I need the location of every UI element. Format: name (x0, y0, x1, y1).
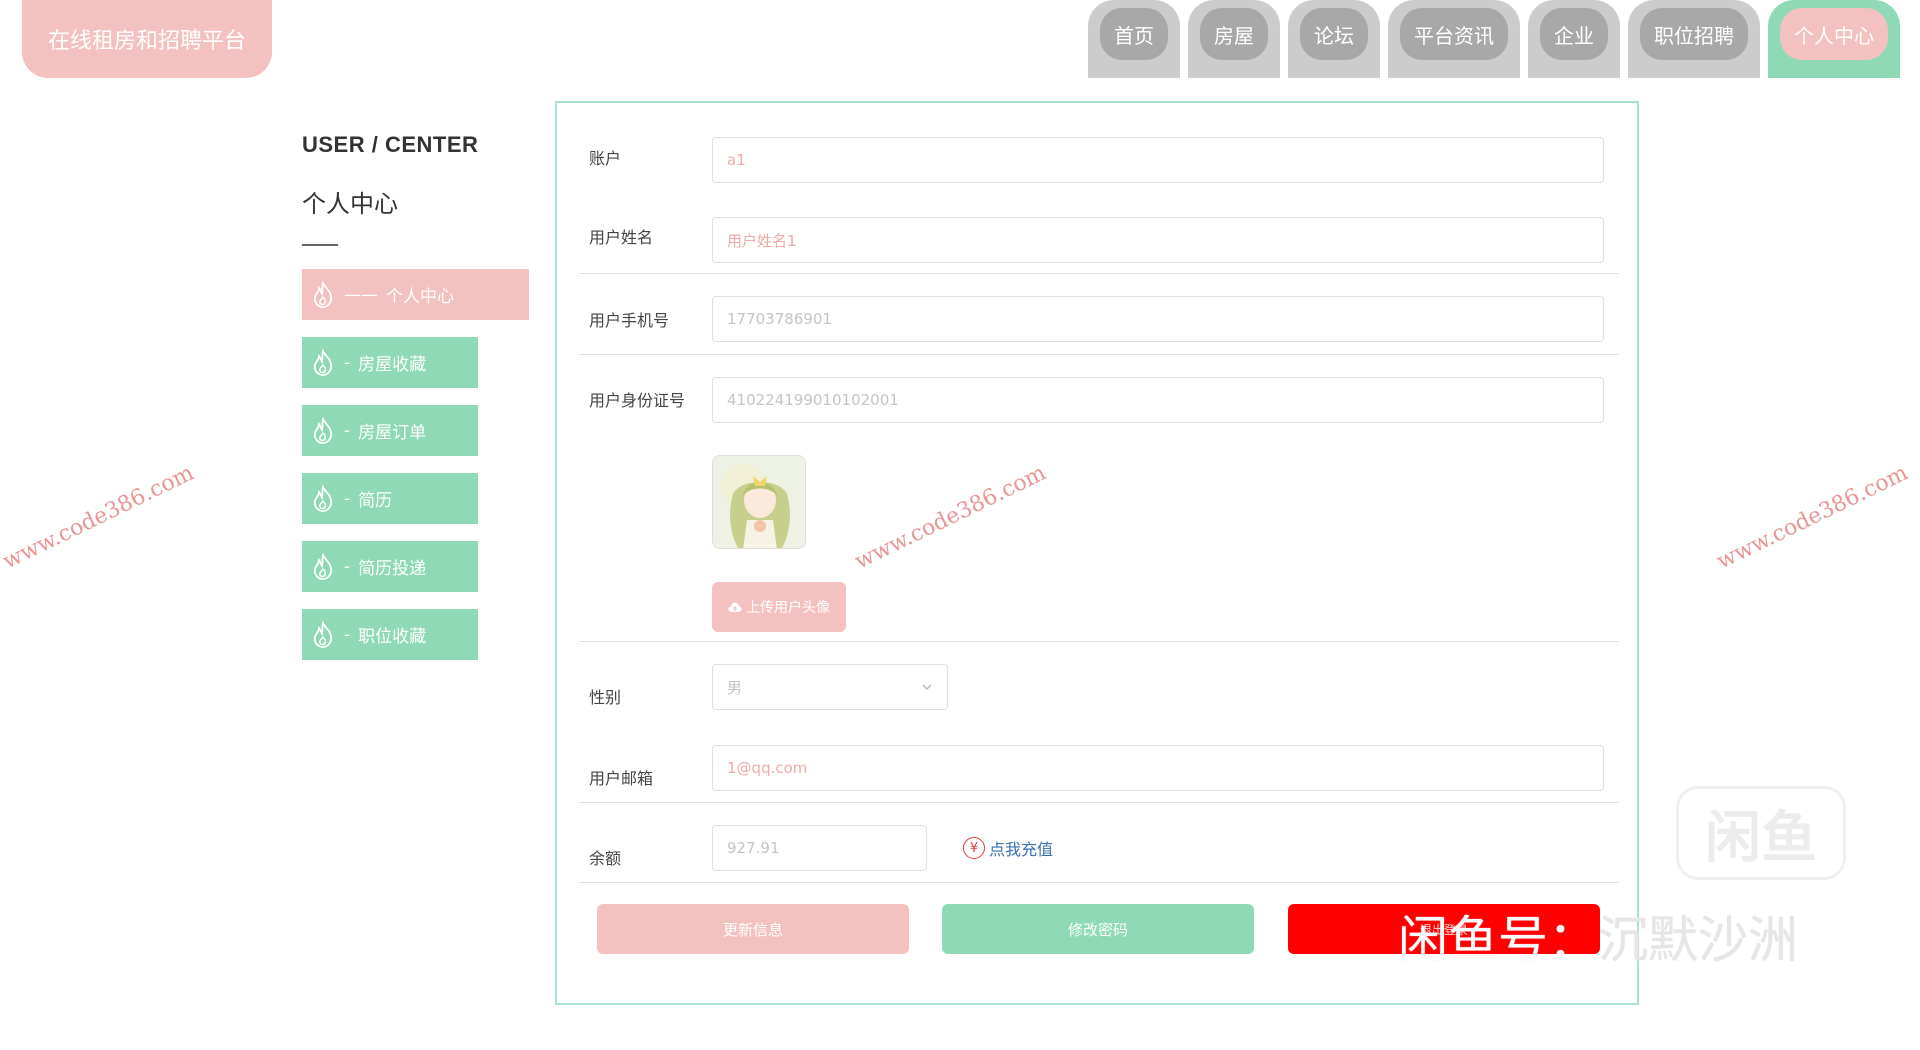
sidebar-title-en: USER / CENTER (302, 132, 479, 157)
account-label: 账户 (589, 149, 622, 168)
nav-company[interactable]: 企业 (1528, 0, 1620, 78)
form-row-gender: 性别 男 (579, 642, 1619, 723)
cloud-upload-icon (728, 602, 742, 612)
sidebar-item-prefix: - (344, 556, 351, 577)
form-row-email: 用户邮箱 (579, 723, 1619, 803)
nav-user-center-label: 个人中心 (1780, 8, 1888, 60)
idcard-input[interactable] (712, 377, 1604, 423)
phone-label: 用户手机号 (589, 311, 670, 330)
balance-label: 余额 (589, 849, 622, 868)
nav-forum[interactable]: 论坛 (1288, 0, 1380, 78)
form-row-idcard: 用户身份证号 (579, 355, 1619, 435)
nav-home[interactable]: 首页 (1088, 0, 1180, 78)
nav-home-label: 首页 (1100, 8, 1168, 60)
username-input[interactable] (712, 217, 1604, 263)
form-row-username: 用户姓名 (579, 184, 1619, 274)
idcard-label: 用户身份证号 (589, 391, 686, 410)
recharge-label: 点我充值 (989, 840, 1054, 859)
gender-select-value: 男 (727, 678, 743, 697)
sidebar-item-prefix: - (344, 420, 351, 441)
top-nav: 首页 房屋 论坛 平台资讯 企业 职位招聘 个人中心 (1088, 0, 1900, 78)
email-input[interactable] (712, 745, 1604, 791)
site-title: 在线租房和招聘平台 (47, 29, 246, 54)
account-input[interactable] (712, 137, 1604, 183)
site-watermark: www.code386.com (1713, 460, 1912, 575)
nav-house-label: 房屋 (1200, 8, 1268, 60)
recharge-link[interactable]: ¥ 点我充值 (963, 836, 1053, 860)
sidebar-item-resume-delivery[interactable]: - 简历投递 (302, 541, 478, 592)
sidebar-item-label: 房屋订单 (358, 423, 427, 443)
sidebar-divider (302, 244, 338, 246)
xianyu-id-prefix: 闲鱼号： (1398, 911, 1598, 969)
flame-icon (313, 280, 333, 308)
sidebar-item-label: 个人中心 (386, 287, 454, 307)
sidebar-title-cn: 个人中心 (302, 190, 398, 218)
gender-select[interactable]: 男 (712, 664, 948, 710)
site-watermark: www.code386.com (0, 460, 198, 575)
user-info-form: 账户 用户姓名 用户手机号 用户身份证号 上传用户头像 (555, 101, 1639, 1005)
username-label: 用户姓名 (589, 228, 654, 247)
form-row-phone: 用户手机号 (579, 274, 1619, 355)
sidebar-item-house-favorites[interactable]: - 房屋收藏 (302, 337, 478, 388)
balance-input[interactable] (712, 825, 927, 871)
sidebar-item-prefix: —— (344, 284, 378, 305)
sidebar-item-label: 简历投递 (358, 559, 427, 579)
nav-news[interactable]: 平台资讯 (1388, 0, 1520, 78)
nav-house[interactable]: 房屋 (1188, 0, 1280, 78)
xianyu-id-name: 沉默沙洲 (1598, 911, 1798, 969)
avatar-image (712, 455, 806, 549)
change-password-button[interactable]: 修改密码 (942, 904, 1254, 954)
nav-company-label: 企业 (1540, 8, 1608, 60)
nav-jobs[interactable]: 职位招聘 (1628, 0, 1760, 78)
xianyu-id-watermark: 闲鱼号：沉默沙洲 (1398, 900, 1798, 972)
yuan-icon: ¥ (963, 837, 985, 859)
nav-forum-label: 论坛 (1300, 8, 1368, 60)
sidebar-item-label: 职位收藏 (358, 627, 427, 647)
flame-icon (313, 416, 333, 444)
sidebar-item-job-favorites[interactable]: - 职位收藏 (302, 609, 478, 660)
change-password-label: 修改密码 (1067, 921, 1128, 939)
email-label: 用户邮箱 (589, 769, 654, 788)
sidebar-item-house-orders[interactable]: - 房屋订单 (302, 405, 478, 456)
nav-news-label: 平台资讯 (1400, 8, 1508, 60)
sidebar-item-prefix: - (344, 624, 351, 645)
xianyu-logo-watermark: 闲鱼 (1676, 786, 1846, 880)
nav-user-center[interactable]: 个人中心 (1768, 0, 1900, 78)
nav-jobs-label: 职位招聘 (1640, 8, 1748, 60)
sidebar-menu: —— 个人中心 - 房屋收藏 - 房屋订单 - 简历 - 简历投递 - 职位收藏 (302, 269, 529, 660)
flame-icon (313, 552, 333, 580)
form-row-balance: 余额 ¥ 点我充值 (579, 803, 1619, 883)
sidebar-item-label: 简历 (358, 491, 393, 511)
flame-icon (313, 620, 333, 648)
update-info-label: 更新信息 (722, 921, 783, 939)
upload-avatar-label: 上传用户头像 (746, 599, 830, 615)
form-row-account: 账户 (579, 103, 1619, 184)
site-logo[interactable]: 在线租房和招聘平台 (22, 0, 272, 78)
sidebar-item-resume[interactable]: - 简历 (302, 473, 478, 524)
sidebar-item-label: 房屋收藏 (358, 355, 427, 375)
xianyu-logo-text: 闲鱼 (1705, 805, 1817, 871)
gender-label: 性别 (589, 688, 622, 707)
sidebar-item-prefix: - (344, 352, 351, 373)
flame-icon (313, 484, 333, 512)
phone-input[interactable] (712, 296, 1604, 342)
chevron-down-icon (922, 684, 932, 691)
sidebar-item-prefix: - (344, 488, 351, 509)
flame-icon (313, 348, 333, 376)
update-info-button[interactable]: 更新信息 (597, 904, 909, 954)
upload-avatar-button[interactable]: 上传用户头像 (712, 582, 846, 632)
sidebar-item-user-center[interactable]: —— 个人中心 (302, 269, 529, 320)
